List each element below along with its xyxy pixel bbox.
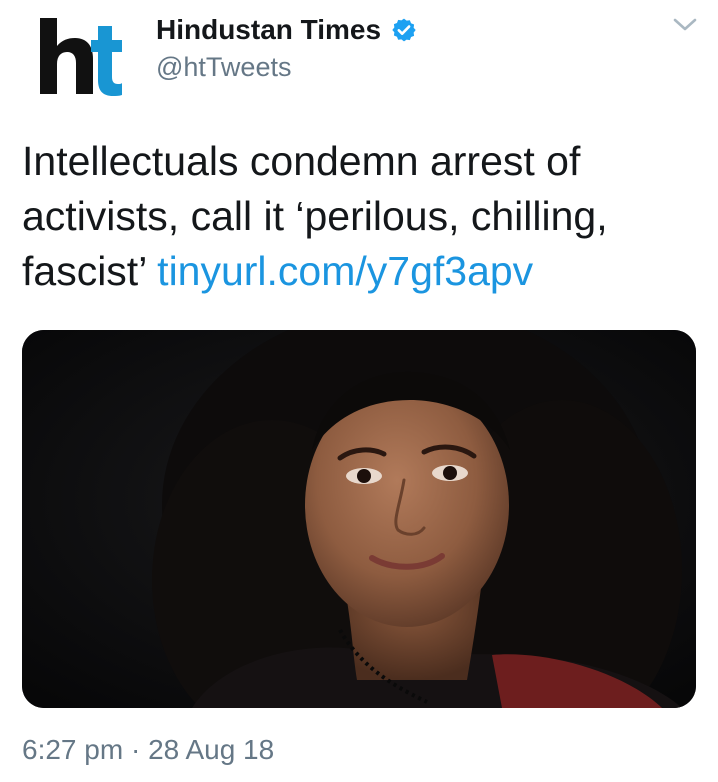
timestamp-separator: · [130,734,141,765]
display-name[interactable]: Hindustan Times [156,14,381,46]
woman-portrait-image [22,330,696,708]
tweet-card: Hindustan Times @htTweets Intellectuals … [0,0,718,782]
name-row: Hindustan Times [156,12,417,48]
tweet-media-photo[interactable] [22,330,696,708]
tweet-timestamp[interactable]: 6:27 pm · 28 Aug 18 [22,734,274,766]
account-avatar[interactable] [22,8,130,108]
tweet-link[interactable]: tinyurl.com/y7gf3apv [157,248,533,294]
account-handle[interactable]: @htTweets [156,52,291,83]
ht-logo [40,18,122,96]
chevron-down-icon[interactable] [672,16,698,34]
tweet-date: 28 Aug 18 [148,734,275,765]
verified-badge-icon [392,18,416,42]
tweet-text: Intellectuals condemn arrest of activist… [22,134,698,299]
tweet-time: 6:27 pm [22,734,124,765]
